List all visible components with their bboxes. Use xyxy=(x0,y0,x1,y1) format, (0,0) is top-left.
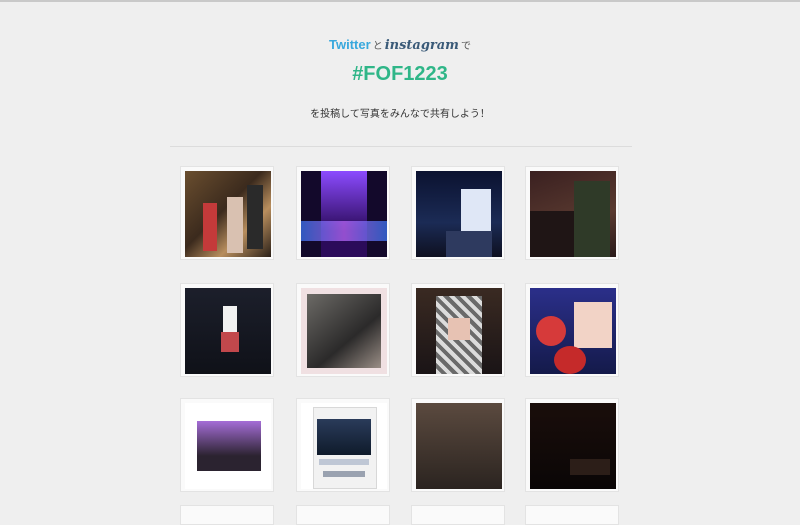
photo-image xyxy=(185,288,271,374)
photo-tile-1[interactable] xyxy=(180,166,274,260)
photo-tile-8[interactable] xyxy=(525,283,619,377)
photo-tile-4[interactable] xyxy=(525,166,619,260)
photo-tile-12[interactable] xyxy=(525,398,619,492)
photo-tile-partial[interactable] xyxy=(180,505,274,525)
photo-tile-7[interactable] xyxy=(411,283,505,377)
photo-image xyxy=(416,403,502,489)
photo-tile-6[interactable] xyxy=(296,283,390,377)
photo-tile-9[interactable] xyxy=(180,398,274,492)
photo-tile-partial[interactable] xyxy=(525,505,619,525)
photo-image xyxy=(530,403,616,489)
photo-image xyxy=(416,171,502,257)
photo-image xyxy=(530,171,616,257)
photo-image xyxy=(416,288,502,374)
photo-image xyxy=(185,171,271,257)
photo-tile-2[interactable] xyxy=(296,166,390,260)
photo-tile-5[interactable] xyxy=(180,283,274,377)
photo-tile-partial[interactable] xyxy=(411,505,505,525)
photo-tile-3[interactable] xyxy=(411,166,505,260)
photo-image xyxy=(530,288,616,374)
photo-grid xyxy=(0,0,800,525)
photo-tile-partial[interactable] xyxy=(296,505,390,525)
photo-tile-10[interactable] xyxy=(296,398,390,492)
photo-image xyxy=(301,403,387,489)
photo-image xyxy=(301,171,387,257)
photo-image xyxy=(301,288,387,374)
photo-tile-11[interactable] xyxy=(411,398,505,492)
photo-image xyxy=(185,403,271,489)
